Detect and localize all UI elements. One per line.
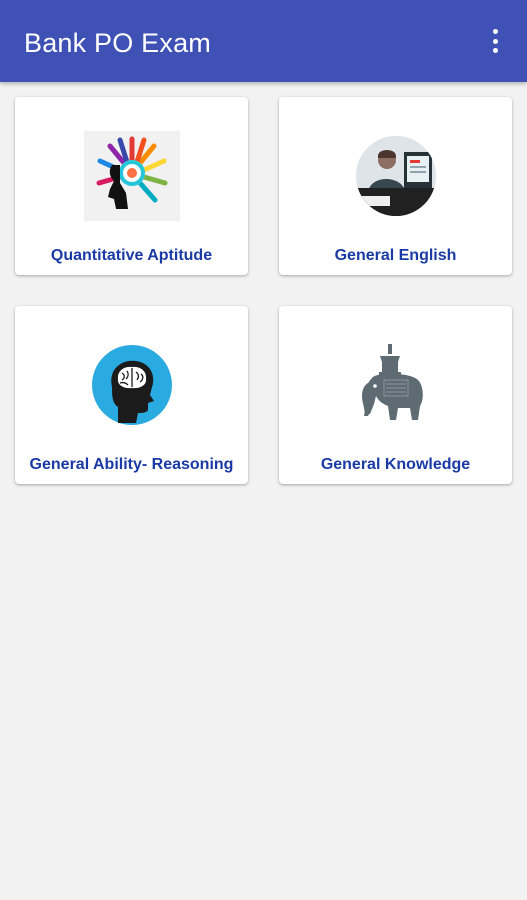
category-card-general-english[interactable]: General English [279,97,512,275]
brain-head-icon [84,340,180,430]
app-title: Bank PO Exam [24,28,211,58]
card-label: General English [334,247,457,264]
more-vert-icon-dot [492,38,498,44]
person-at-computer-icon [348,131,444,221]
more-vert-icon-dot [492,48,498,53]
card-label: General Ability- Reasoning [29,456,234,473]
category-card-general-knowledge[interactable]: General Knowledge [279,306,512,484]
colorful-head-icon [83,131,180,221]
card-label: Quantitative Aptitude [50,247,213,264]
app-bar: Bank PO Exam [0,0,527,82]
more-options-button[interactable] [480,26,510,56]
category-card-quantitative-aptitude[interactable]: Quantitative Aptitude [15,97,248,275]
card-label: General Knowledge [320,456,471,473]
more-vert-icon-dot [492,29,498,34]
elephant-icon [348,340,444,430]
category-card-general-ability-reasoning[interactable]: General Ability- Reasoning [15,306,248,484]
